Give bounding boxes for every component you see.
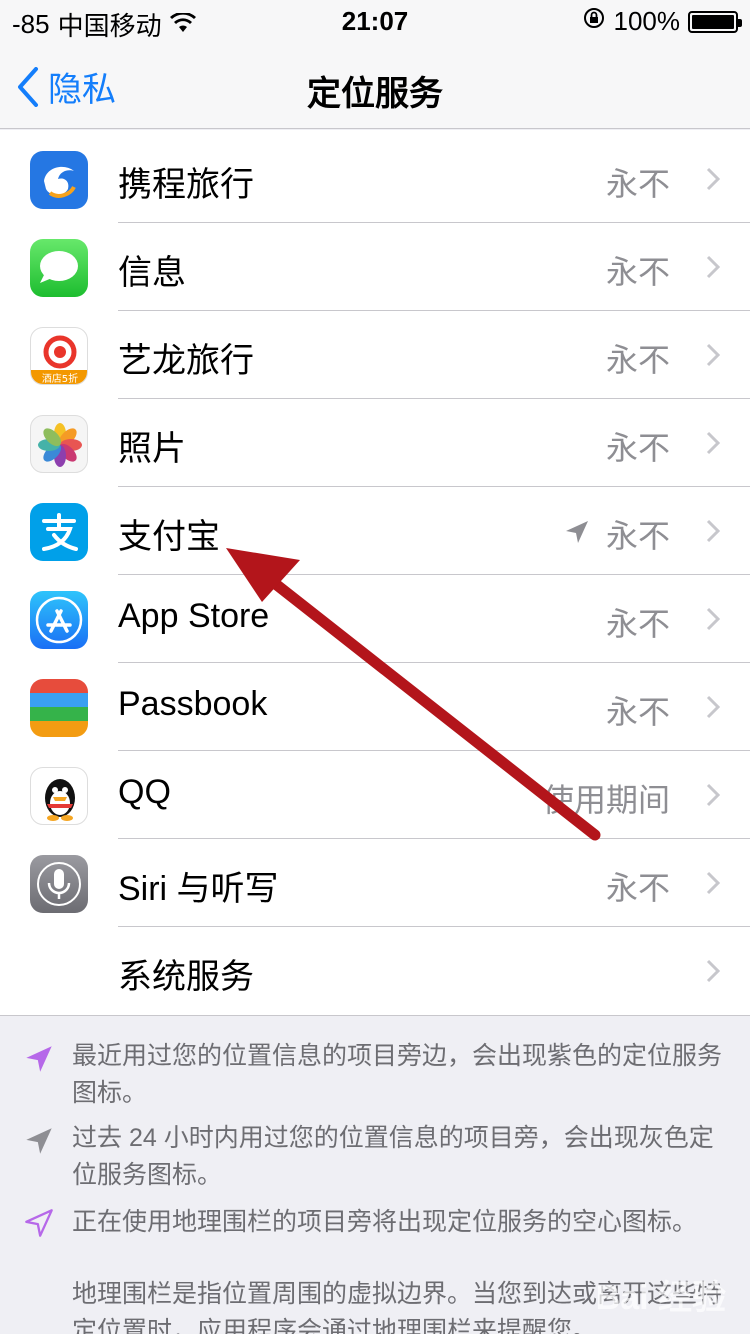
permission-value: 永不 <box>605 870 670 906</box>
app-label: 信息 <box>118 254 186 292</box>
list-item-qq[interactable]: QQ 使用期间 <box>0 751 750 839</box>
chevron-right-icon <box>706 607 720 631</box>
qq-icon <box>30 767 88 825</box>
chevron-right-icon <box>706 783 720 807</box>
messages-icon <box>30 239 88 297</box>
app-label: Siri 与听写 <box>118 870 279 908</box>
list-item-app-store[interactable]: App Store 永不 <box>0 575 750 663</box>
list-item-messages[interactable]: 信息 永不 <box>0 223 750 311</box>
app-location-list: 携程旅行 永不 信息 永不 酒店5折 艺龙旅行 永不 照片 永不 支付宝 永不 … <box>0 130 750 1016</box>
navigation-bar: 隐私 定位服务 <box>0 40 750 129</box>
chevron-right-icon <box>706 255 720 279</box>
note-text: 正在使用地理围栏的项目旁将出现定位服务的空心图标。 <box>72 1208 698 1236</box>
permission-value: 永不 <box>605 166 670 202</box>
list-item-system-services[interactable]: 系统服务 <box>0 927 750 1015</box>
watermark: Bai 经验 <box>595 1279 726 1317</box>
location-arrow-gray-icon <box>26 1128 52 1154</box>
chevron-right-icon <box>706 959 720 983</box>
location-arrow-purple-icon <box>26 1046 52 1072</box>
siri-icon <box>30 855 88 913</box>
rotation-lock-icon <box>582 6 606 37</box>
list-item-alipay[interactable]: 支付宝 永不 <box>0 487 750 575</box>
alipay-icon <box>30 503 88 561</box>
note-text: 最近用过您的位置信息的项目旁边，会出现紫色的定位服务图标。 <box>72 1042 723 1107</box>
chevron-right-icon <box>706 167 720 191</box>
list-item-siri[interactable]: Siri 与听写 永不 <box>0 839 750 927</box>
list-item-elong[interactable]: 酒店5折 艺龙旅行 永不 <box>0 311 750 399</box>
list-item-photos[interactable]: 照片 永不 <box>0 399 750 487</box>
list-item-passbook[interactable]: Passbook 永不 <box>0 663 750 751</box>
chevron-right-icon <box>706 695 720 719</box>
note-text: 过去 24 小时内用过您的位置信息的项目旁，会出现灰色定位服务图标。 <box>72 1124 714 1189</box>
app-label: Passbook <box>118 685 268 723</box>
passbook-icon <box>30 679 88 737</box>
location-arrow-gray-icon <box>566 521 588 543</box>
app-label: QQ <box>118 773 171 811</box>
photos-icon <box>30 415 88 473</box>
app-label: 系统服务 <box>118 958 254 996</box>
permission-value: 永不 <box>605 254 670 290</box>
battery-percent: 100% <box>613 6 681 36</box>
app-label: 携程旅行 <box>118 166 254 204</box>
chevron-right-icon <box>706 343 720 367</box>
chevron-right-icon <box>706 519 720 543</box>
battery-icon <box>688 10 742 33</box>
location-arrow-outline-icon <box>25 1209 53 1237</box>
permission-value: 永不 <box>605 606 670 642</box>
permission-value: 永不 <box>605 430 670 466</box>
app-label: 支付宝 <box>118 518 220 556</box>
ctrip-icon <box>30 151 88 209</box>
svg-text:酒店5折: 酒店5折 <box>42 372 78 385</box>
app-label: App Store <box>118 597 270 635</box>
page-title: 定位服务 <box>307 75 443 113</box>
permission-value: 使用期间 <box>541 782 670 818</box>
list-item-ctrip[interactable]: 携程旅行 永不 <box>0 135 750 223</box>
app-store-icon <box>30 591 88 649</box>
app-label: 艺龙旅行 <box>118 342 254 380</box>
status-bar: -85 中国移动 21:07 100% <box>0 0 750 41</box>
chevron-right-icon <box>706 431 720 455</box>
permission-value: 永不 <box>605 694 670 730</box>
app-label: 照片 <box>118 430 186 468</box>
permission-value: 永不 <box>605 342 670 378</box>
chevron-right-icon <box>706 871 720 895</box>
elong-icon: 酒店5折 <box>30 327 88 385</box>
permission-value: 永不 <box>605 518 670 554</box>
